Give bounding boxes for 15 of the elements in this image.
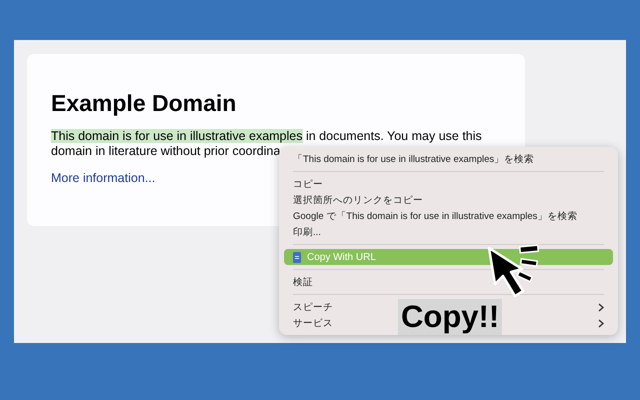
menu-item[interactable]: 「This domain is for use in illustrative examples」を検索 bbox=[293, 154, 534, 164]
menu-item[interactable]: 選択箇所へのリンクをコピー bbox=[293, 194, 423, 206]
selected-text: This domain is for use in illustrative examples bbox=[51, 129, 302, 143]
more-information-link[interactable]: More information... bbox=[51, 171, 156, 185]
menu-item[interactable]: コピー bbox=[293, 178, 323, 190]
menu-item[interactable]: 印刷... bbox=[293, 226, 321, 238]
menu-item[interactable]: スピーチ bbox=[293, 302, 333, 312]
menu-item[interactable]: サービス bbox=[293, 318, 333, 328]
paragraph-text: domain in literature without prior coordina bbox=[51, 144, 280, 158]
document-icon bbox=[293, 252, 301, 262]
page-heading: Example Domain bbox=[51, 90, 238, 117]
menu-item[interactable]: Google で「This domain is for use in illustrative examples」を検索 bbox=[293, 210, 578, 222]
copy-caption: Copy!! bbox=[398, 299, 502, 335]
paragraph-text: in documents. You may use this bbox=[304, 129, 482, 143]
menu-item[interactable]: 検証 bbox=[293, 276, 313, 288]
